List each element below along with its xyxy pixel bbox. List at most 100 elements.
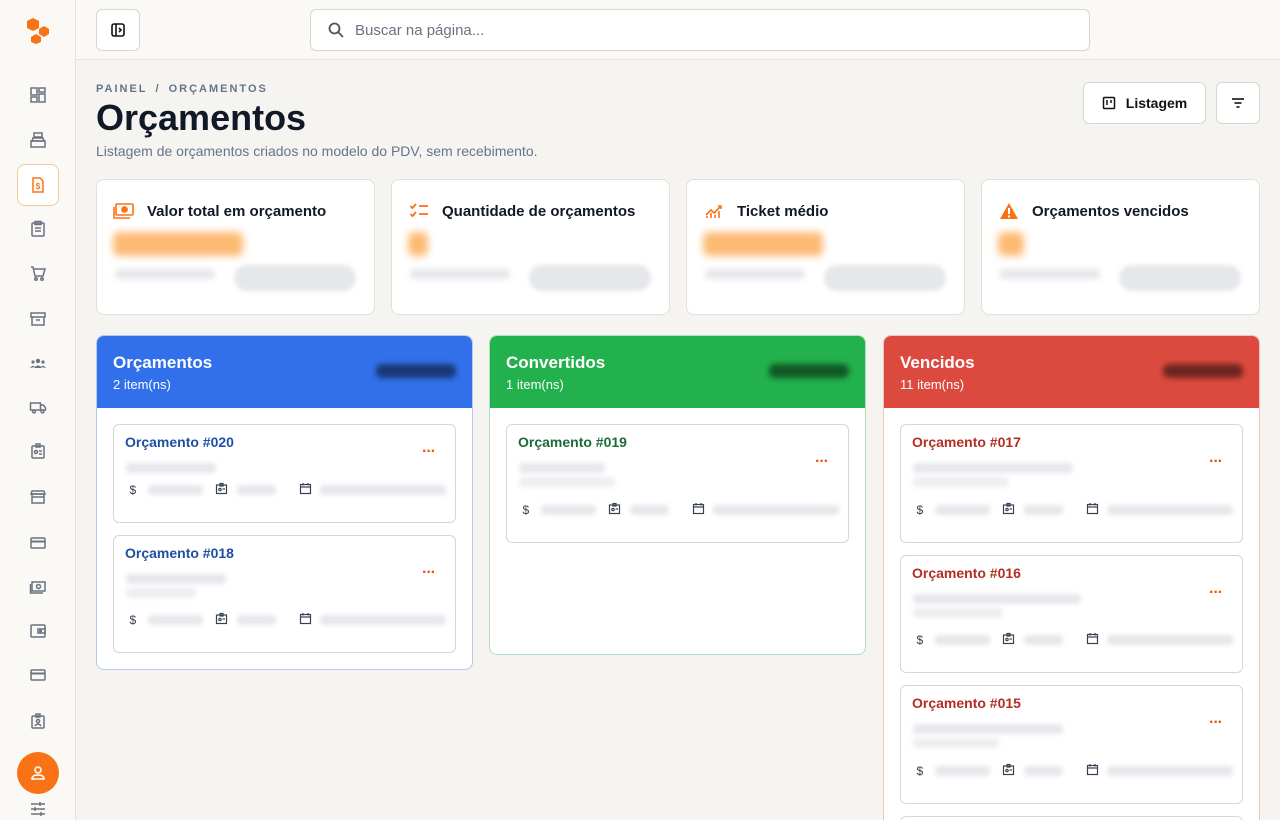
kpi-title: Orçamentos vencidos	[1032, 202, 1189, 220]
kpi-caption-hidden	[410, 269, 510, 279]
page-title: Orçamentos	[96, 97, 307, 138]
dollar-icon: $	[522, 503, 530, 517]
filter-button[interactable]	[1216, 82, 1260, 124]
card-detail-hidden	[913, 608, 1003, 618]
card-menu-button[interactable]: ···	[1209, 584, 1223, 602]
card-title[interactable]: Orçamento #020	[125, 434, 234, 450]
toggle-sidebar-button[interactable]	[96, 9, 140, 51]
card-date-hidden	[319, 485, 447, 495]
card-menu-button[interactable]: ···	[1209, 714, 1223, 732]
kpi-caption-hidden	[1000, 269, 1100, 279]
card-meta-row: $	[913, 763, 1234, 779]
card-value-hidden	[147, 615, 203, 625]
sidebar-item-payment[interactable]	[17, 654, 59, 696]
column-total-hidden	[1163, 364, 1243, 378]
column-count: 1 item(ns)	[506, 377, 564, 392]
card-value-hidden	[934, 505, 990, 515]
search-input[interactable]	[355, 21, 1035, 39]
column-header: Orçamentos 2 item(ns)	[97, 336, 472, 408]
card-seller-hidden	[236, 615, 277, 625]
card-title[interactable]: Orçamento #016	[912, 565, 1021, 581]
card-meta-row: $	[126, 612, 447, 628]
calendar-icon	[691, 502, 705, 518]
dollar-icon: $	[129, 483, 137, 497]
card-seller-hidden	[1023, 635, 1064, 645]
sidebar-item-cash[interactable]	[17, 566, 59, 608]
breadcrumb-separator: /	[155, 83, 161, 95]
budget-card[interactable]: Orçamento #018 ··· $	[113, 535, 456, 653]
sidebar-item-orcamentos[interactable]: $	[17, 164, 59, 206]
kpi-card-ticket: Ticket médio	[686, 179, 965, 315]
cash-icon	[29, 581, 46, 594]
budget-card[interactable]: Orçamento #019 ··· $	[506, 424, 849, 543]
filter-icon	[1232, 98, 1244, 108]
card-client-hidden	[126, 574, 226, 584]
card-menu-button[interactable]: ···	[422, 443, 436, 461]
sidebar-item-card[interactable]	[17, 522, 59, 564]
card-menu-button[interactable]: ···	[1209, 453, 1223, 471]
calendar-icon	[1085, 632, 1099, 648]
budget-card[interactable]: Orçamento #020 ··· $	[113, 424, 456, 523]
cash-register-icon	[30, 132, 46, 148]
sidebar-item-delivery[interactable]	[17, 386, 59, 428]
breadcrumb-current: ORÇAMENTOS	[168, 83, 268, 95]
card-date-hidden	[1106, 766, 1234, 776]
dollar-icon: $	[916, 764, 924, 778]
kanban-column-convertidos: Convertidos 1 item(ns) Orçamento #019 ··…	[489, 335, 866, 655]
sidebar-item-employees[interactable]	[17, 700, 59, 742]
card-client-hidden	[519, 463, 605, 473]
kanban-column-orcamentos: Orçamentos 2 item(ns) Orçamento #020 ···…	[96, 335, 473, 670]
card-value-hidden	[147, 485, 203, 495]
sidebar-item-dashboard[interactable]	[17, 74, 59, 116]
card-seller-hidden	[236, 485, 277, 495]
logo-icon[interactable]	[24, 16, 52, 44]
sidebar-item-store[interactable]	[17, 476, 59, 518]
list-view-button[interactable]: Listagem	[1083, 82, 1206, 124]
sidebar-item-badge[interactable]	[17, 430, 59, 472]
sidebar-item-settings[interactable]	[17, 796, 59, 820]
id-badge-icon	[1002, 763, 1016, 779]
budget-card[interactable]: Orçamento #016 ··· $	[900, 555, 1243, 673]
sidebar-item-archive[interactable]	[17, 298, 59, 340]
sidebar-item-clipboard[interactable]	[17, 208, 59, 250]
sidebar-item-cart[interactable]	[17, 252, 59, 294]
search-bar[interactable]	[310, 9, 1090, 51]
sidebar-toggle-icon	[111, 23, 125, 37]
topbar	[76, 0, 1280, 60]
card-menu-button[interactable]: ···	[815, 453, 829, 471]
clipboard-icon	[31, 220, 45, 237]
kpi-badge-hidden	[824, 265, 946, 291]
card-value-hidden	[540, 505, 596, 515]
sidebar-item-users[interactable]	[17, 342, 59, 384]
sidebar-item-wallet[interactable]	[17, 610, 59, 652]
card-title[interactable]: Orçamento #018	[125, 545, 234, 561]
budget-card[interactable]	[900, 816, 1243, 820]
cart-icon	[31, 266, 46, 281]
card-menu-button[interactable]: ···	[422, 564, 436, 582]
card-title[interactable]: Orçamento #017	[912, 434, 1021, 450]
kanban-icon	[1102, 96, 1116, 110]
credit-card-icon	[30, 537, 46, 549]
card-title[interactable]: Orçamento #015	[912, 695, 1021, 711]
column-total-hidden	[769, 364, 849, 378]
card-meta-row: $	[913, 502, 1234, 518]
search-icon	[328, 22, 344, 38]
card-date-hidden	[319, 615, 447, 625]
kpi-value-hidden	[408, 232, 428, 256]
users-icon	[30, 358, 46, 368]
card-client-hidden	[913, 594, 1081, 604]
budget-card[interactable]: Orçamento #017 ··· $	[900, 424, 1243, 543]
card-value-hidden	[934, 635, 990, 645]
card-meta-row: $	[913, 632, 1234, 648]
breadcrumb-root[interactable]: PAINEL	[96, 83, 148, 95]
calendar-icon	[298, 482, 312, 498]
kpi-title: Valor total em orçamento	[147, 202, 327, 220]
column-header: Convertidos 1 item(ns)	[490, 336, 865, 408]
card-title[interactable]: Orçamento #019	[518, 434, 627, 450]
calendar-icon	[1085, 763, 1099, 779]
id-badge-icon	[215, 482, 229, 498]
user-avatar[interactable]	[17, 752, 59, 794]
budget-card[interactable]: Orçamento #015 ··· $	[900, 685, 1243, 804]
sidebar-item-pdv[interactable]	[17, 119, 59, 161]
kanban-column-vencidos: Vencidos 11 item(ns) Orçamento #017 ··· …	[883, 335, 1260, 820]
